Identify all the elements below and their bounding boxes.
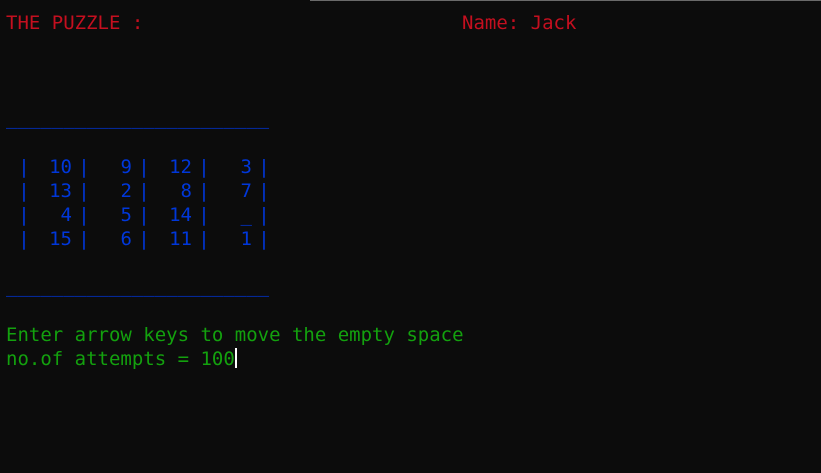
puzzle-title: THE PUZZLE :: [6, 12, 144, 34]
window-top-border: [310, 0, 821, 1]
attempts-line[interactable]: no.of attempts = 100: [6, 347, 237, 371]
board-cell: 2: [120, 180, 132, 202]
cell-divider: |: [198, 156, 210, 178]
bottom-separator: _______________________: [6, 275, 270, 297]
cell-divider: |: [138, 180, 150, 202]
cell-divider: |: [198, 180, 210, 202]
attempts-counter: no.of attempts = 100: [6, 348, 235, 370]
cell-divider: |: [138, 204, 150, 226]
cell-divider: |: [258, 204, 270, 226]
cell-divider: |: [78, 228, 90, 250]
cell-divider: |: [138, 228, 150, 250]
puzzle-board: | 10 | 9 | 12 | 3 | | 13 | 2 | 8 | 7 | |…: [18, 155, 270, 251]
top-separator: _______________________: [6, 107, 270, 129]
board-row: | 13 | 2 | 8 | 7 |: [18, 179, 270, 203]
board-cell: 6: [120, 228, 132, 250]
board-cell: 11: [169, 228, 192, 250]
cell-divider: |: [18, 228, 30, 250]
board-cell: 8: [180, 180, 192, 202]
cell-divider: |: [78, 204, 90, 226]
text-cursor: [234, 348, 237, 368]
cell-divider: |: [78, 180, 90, 202]
cell-divider: |: [18, 180, 30, 202]
board-cell: 7: [240, 180, 252, 202]
board-cell: 10: [49, 156, 72, 178]
board-cell: 13: [49, 180, 72, 202]
cell-divider: |: [18, 204, 30, 226]
board-cell: 4: [60, 204, 72, 226]
board-cell: 1: [240, 228, 252, 250]
board-cell: 12: [169, 156, 192, 178]
cell-divider: |: [198, 204, 210, 226]
instructions-text: Enter arrow keys to move the empty space: [6, 324, 464, 346]
board-row: | 10 | 9 | 12 | 3 |: [18, 155, 270, 179]
cell-divider: |: [78, 156, 90, 178]
cell-divider: |: [198, 228, 210, 250]
board-row: | 4 | 5 | 14 | _ |: [18, 203, 270, 227]
board-cell: 5: [120, 204, 132, 226]
cell-divider: |: [258, 228, 270, 250]
cell-divider: |: [138, 156, 150, 178]
cell-divider: |: [18, 156, 30, 178]
player-name: Name: Jack: [462, 12, 577, 34]
board-row: | 15 | 6 | 11 | 1 |: [18, 227, 270, 251]
board-cell: 15: [49, 228, 72, 250]
empty-space-cell: _: [240, 204, 252, 226]
board-cell: 3: [240, 156, 252, 178]
board-cell: 9: [120, 156, 132, 178]
cell-divider: |: [258, 180, 270, 202]
board-cell: 14: [169, 204, 192, 226]
cell-divider: |: [258, 156, 270, 178]
